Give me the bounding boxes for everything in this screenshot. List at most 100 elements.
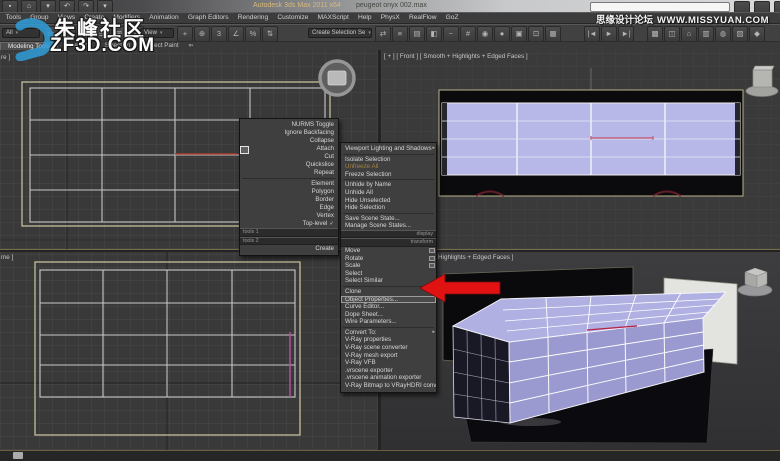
ribbon-config-icon[interactable]: ▪ bbox=[191, 43, 193, 49]
graphite-ribbon-icon[interactable]: ◧ bbox=[426, 26, 442, 42]
settings-box-icon[interactable] bbox=[429, 248, 435, 253]
track-bar[interactable] bbox=[0, 450, 780, 461]
layer-manager-icon[interactable]: ▤ bbox=[409, 26, 425, 42]
viewport-bottom-left-label[interactable]: me ] bbox=[1, 254, 13, 261]
menu-item-cut[interactable]: Cut bbox=[240, 153, 338, 161]
menu-rendering[interactable]: Rendering bbox=[233, 13, 273, 23]
menu-item-nurms-toggle[interactable]: NURMS Toggle bbox=[240, 121, 338, 129]
menu-customize[interactable]: Customize bbox=[273, 13, 313, 23]
percent-snap-icon[interactable]: % bbox=[245, 26, 261, 42]
selection-set-dropdown[interactable]: Create Selection Se bbox=[308, 28, 372, 38]
select-and-rotate-icon[interactable]: ⊕ bbox=[194, 26, 210, 42]
menu-item-vertex[interactable]: Vertex bbox=[240, 212, 338, 220]
menu-group[interactable]: Group bbox=[26, 13, 54, 23]
angle-snap-icon[interactable]: ∠ bbox=[228, 26, 244, 42]
material-editor-icon[interactable]: ◉ bbox=[477, 26, 493, 42]
spinner-snap-icon[interactable]: ⇅ bbox=[262, 26, 278, 42]
menu-item-attach[interactable]: Attach bbox=[240, 145, 338, 153]
menu-create[interactable]: Create bbox=[80, 13, 109, 23]
menu-item-manage-scene-states[interactable]: Manage Scene States... bbox=[341, 222, 436, 230]
menu-item-unfreeze-all[interactable]: Unfreeze All bbox=[341, 163, 436, 171]
tab-object-paint[interactable]: Object Paint bbox=[137, 42, 185, 50]
render-iterative-icon[interactable]: ▦ bbox=[545, 26, 561, 42]
menu-item-v-ray-mesh-export[interactable]: V-Ray mesh export bbox=[341, 352, 436, 360]
viewport-perspective-label[interactable]: Highlights + Edged Faces ] bbox=[438, 254, 513, 261]
menu-item-edge[interactable]: Edge bbox=[240, 204, 338, 212]
viewport-bottom-left[interactable]: me ] bbox=[0, 252, 378, 450]
settings-box-icon[interactable] bbox=[429, 256, 435, 261]
menu-item-isolate-selection[interactable]: Isolate Selection bbox=[341, 156, 436, 164]
infocenter-search[interactable] bbox=[590, 2, 730, 12]
isolate-icon[interactable]: ▥ bbox=[698, 26, 714, 42]
go-to-start-icon[interactable]: |◄ bbox=[584, 26, 600, 42]
steering-wheel-widget[interactable] bbox=[320, 61, 354, 95]
menu-item-dope-sheet[interactable]: Dope Sheet... bbox=[341, 311, 436, 319]
menu-physx[interactable]: PhysX bbox=[376, 13, 404, 23]
menu-item-v-ray-vfb[interactable]: V-Ray VFB bbox=[341, 359, 436, 367]
menu-item-viewport-lighting-and-shadows[interactable]: Viewport Lighting and Shadows▸ bbox=[341, 145, 436, 153]
settings-box-icon[interactable] bbox=[429, 263, 435, 268]
menu-views[interactable]: Views bbox=[53, 13, 80, 23]
key-mode-icon[interactable]: ▩ bbox=[647, 26, 663, 42]
menu-item-scale[interactable]: Scale bbox=[341, 262, 436, 270]
schematic-view-icon[interactable]: # bbox=[460, 26, 476, 42]
viewcube-front[interactable] bbox=[746, 66, 778, 97]
menu-item-unhide-by-name[interactable]: Unhide by Name bbox=[341, 181, 436, 189]
viewport-front[interactable]: [ + ] [ Front ] [ Smooth + Highlights + … bbox=[381, 50, 780, 249]
menu-animation[interactable]: Animation bbox=[145, 13, 184, 23]
menu-item-vrscene-exporter[interactable]: .vrscene exporter bbox=[341, 367, 436, 375]
menu-graph-editors[interactable]: Graph Editors bbox=[183, 13, 233, 23]
menu-item-quickslice[interactable]: Quickslice bbox=[240, 161, 338, 169]
menu-item-convert-to[interactable]: Convert To:▸ bbox=[341, 329, 436, 337]
unlink-selection-icon[interactable]: ◻ bbox=[60, 26, 76, 42]
menu-item-freeze-selection[interactable]: Freeze Selection bbox=[341, 171, 436, 179]
reference-coordinate-dropdown[interactable]: View bbox=[140, 28, 174, 38]
viewport-front-label[interactable]: [ + ] [ Front ] [ Smooth + Highlights + … bbox=[384, 53, 528, 60]
selection-filter-dropdown[interactable]: All bbox=[2, 28, 40, 38]
time-config-icon[interactable]: ◫ bbox=[664, 26, 680, 42]
menu-item-polygon[interactable]: Polygon bbox=[240, 188, 338, 196]
menu-modifiers[interactable]: Modifiers bbox=[109, 13, 145, 23]
snaps-toggle-icon[interactable]: 3 bbox=[211, 26, 227, 42]
maximize-viewport-icon[interactable]: ▨ bbox=[732, 26, 748, 42]
play-animation-icon[interactable]: ► bbox=[601, 26, 617, 42]
menu-item-element[interactable]: Element bbox=[240, 180, 338, 188]
menu-item-move[interactable]: Move bbox=[341, 247, 436, 255]
align-icon[interactable]: ≡ bbox=[392, 26, 408, 42]
menu-help[interactable]: Help bbox=[353, 13, 376, 23]
orbit-icon[interactable]: ◍ bbox=[715, 26, 731, 42]
menu-item-v-ray-properties[interactable]: V-Ray properties bbox=[341, 336, 436, 344]
pan-icon[interactable]: ◆ bbox=[749, 26, 765, 42]
menu-item-collapse[interactable]: Collapse bbox=[240, 137, 338, 145]
menu-realflow[interactable]: RealFlow bbox=[404, 13, 441, 23]
tab-selection[interactable]: Selection bbox=[97, 42, 137, 50]
select-object-icon[interactable]: ☰ bbox=[94, 26, 110, 42]
menu-item-v-ray-scene-converter[interactable]: V-Ray scene converter bbox=[341, 344, 436, 352]
mirror-icon[interactable]: ⇄ bbox=[375, 26, 391, 42]
menu-item-hide-selection[interactable]: Hide Selection bbox=[341, 204, 436, 212]
time-slider-handle[interactable] bbox=[13, 452, 23, 459]
menu-tools[interactable]: Tools bbox=[1, 13, 26, 23]
render-setup-icon[interactable]: ● bbox=[494, 26, 510, 42]
menu-item-hide-unselected[interactable]: Hide Unselected bbox=[341, 197, 436, 205]
menu-item-repeat[interactable]: Repeat bbox=[240, 169, 338, 177]
menu-maxscript[interactable]: MAXScript bbox=[313, 13, 353, 23]
viewcube-perspective[interactable] bbox=[738, 268, 772, 296]
menu-item-save-scene-state[interactable]: Save Scene State... bbox=[341, 215, 436, 223]
home-grid-icon[interactable]: ⌂ bbox=[681, 26, 697, 42]
select-by-name-icon[interactable]: ⊞ bbox=[111, 26, 127, 42]
menu-item-v-ray-bitmap-to-vrayhdri-converter[interactable]: V-Ray Bitmap to VRayHDRI converter bbox=[341, 382, 436, 390]
menu-item-top-level[interactable]: Top-level✓ bbox=[240, 220, 338, 228]
select-and-link-icon[interactable]: ▭ bbox=[43, 26, 59, 42]
tab-freeform[interactable]: Freeform bbox=[58, 42, 98, 50]
viewport-top-left-label[interactable]: re ] bbox=[1, 54, 10, 61]
select-and-move-icon[interactable]: + bbox=[177, 26, 193, 42]
curve-editor-icon[interactable]: ~ bbox=[443, 26, 459, 42]
menu-item-unhide-all[interactable]: Unhide All bbox=[341, 189, 436, 197]
render-production-icon[interactable]: ⊡ bbox=[528, 26, 544, 42]
go-to-end-icon[interactable]: ►| bbox=[618, 26, 634, 42]
menu-goz[interactable]: GoZ bbox=[441, 13, 463, 23]
menu-item-border[interactable]: Border bbox=[240, 196, 338, 204]
menu-item-wire-parameters[interactable]: Wire Parameters... bbox=[341, 318, 436, 326]
menu-item-ignore-backfacing[interactable]: Ignore Backfacing bbox=[240, 129, 338, 137]
